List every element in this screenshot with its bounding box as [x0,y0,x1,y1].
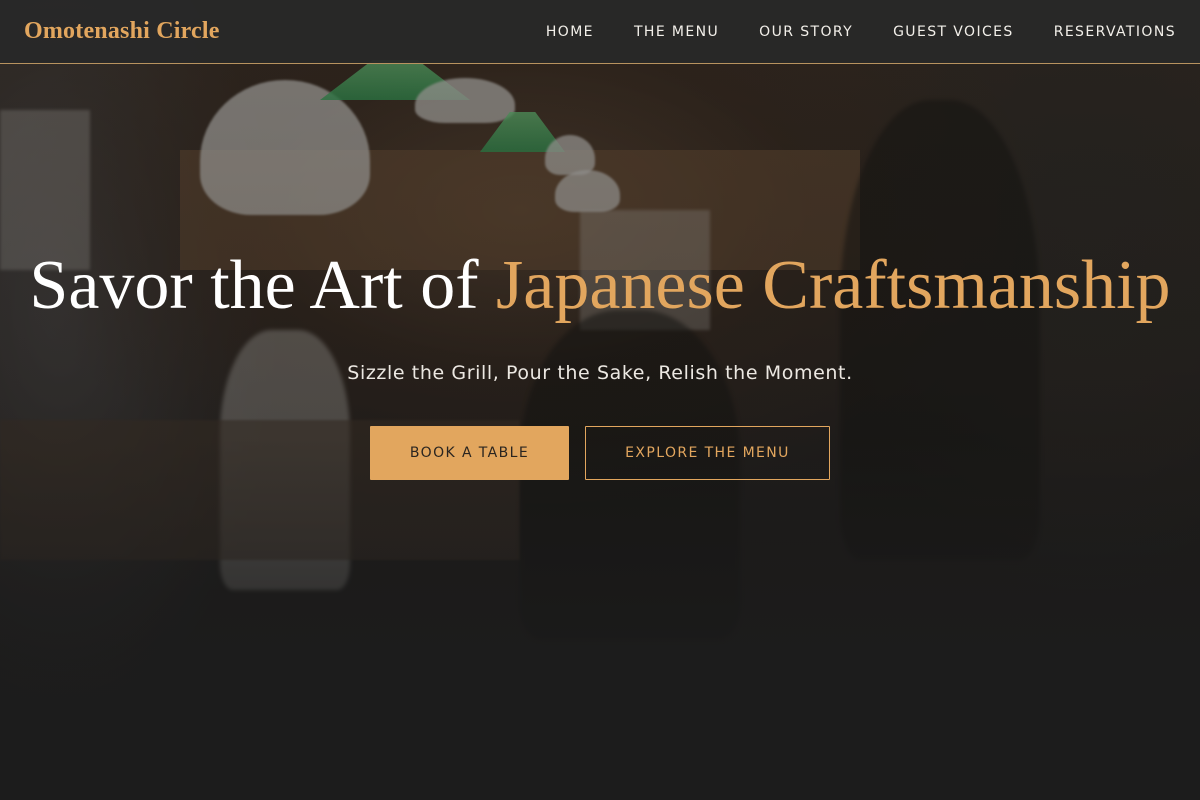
hero-title: Savor the Art of Japanese Craftsmanship [0,250,1200,322]
hero-title-prefix: Savor the Art of [29,247,497,324]
nav-links: HOME THE MENU OUR STORY GUEST VOICES RES… [546,24,1176,40]
brand-logo[interactable]: Omotenashi Circle [24,18,220,45]
hero-section: Savor the Art of Japanese Craftsmanship … [0,250,1200,480]
nav-link-menu[interactable]: THE MENU [634,24,719,40]
explore-menu-button[interactable]: EXPLORE THE MENU [585,426,830,480]
top-nav: Omotenashi Circle HOME THE MENU OUR STOR… [0,0,1200,64]
hero-buttons: BOOK A TABLE EXPLORE THE MENU [0,426,1200,480]
nav-link-our-story[interactable]: OUR STORY [759,24,853,40]
nav-link-reservations[interactable]: RESERVATIONS [1054,24,1176,40]
hero-subtitle: Sizzle the Grill, Pour the Sake, Relish … [347,362,853,384]
nav-link-home[interactable]: HOME [546,24,594,40]
nav-link-guest-voices[interactable]: GUEST VOICES [893,24,1014,40]
book-table-button[interactable]: BOOK A TABLE [370,426,569,480]
page: Omotenashi Circle HOME THE MENU OUR STOR… [0,0,1200,800]
hero-title-accent: Japanese Craftsmanship [496,247,1171,324]
